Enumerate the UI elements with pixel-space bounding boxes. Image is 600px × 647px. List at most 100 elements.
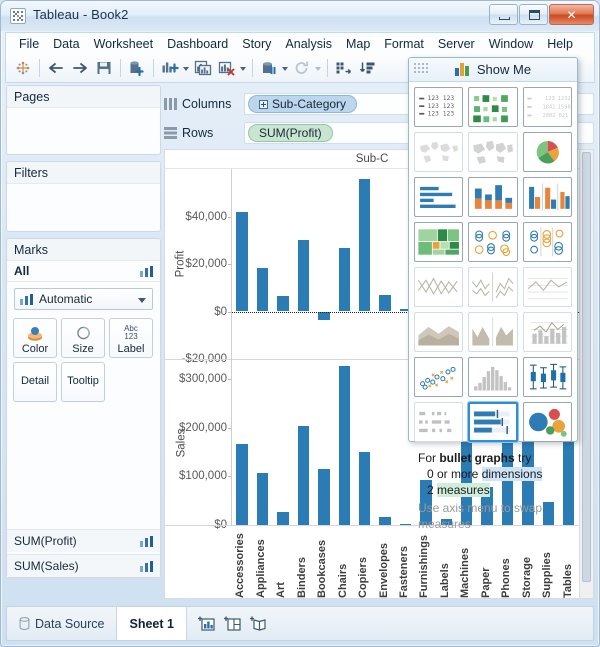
showme-filled-map[interactable]: [468, 132, 518, 172]
x-axis-label[interactable]: Supplies: [538, 526, 558, 598]
bar[interactable]: [277, 511, 289, 525]
new-worksheet-icon[interactable]: [158, 57, 182, 80]
bar[interactable]: [297, 426, 310, 525]
marks-card-profit[interactable]: SUM(Profit): [7, 529, 160, 552]
back-arrow-icon[interactable]: [44, 57, 68, 80]
forward-arrow-icon[interactable]: [68, 57, 92, 80]
new-data-source-icon[interactable]: [125, 57, 149, 80]
show-me-header[interactable]: Show Me: [409, 58, 577, 82]
clear-sheet-icon[interactable]: [215, 57, 239, 80]
save-icon[interactable]: [92, 57, 116, 80]
pause-auto-update-dropdown[interactable]: [281, 57, 290, 80]
menu-story[interactable]: Story: [235, 35, 278, 53]
bar[interactable]: [318, 469, 330, 525]
x-axis-label[interactable]: Bookcases: [313, 526, 333, 598]
bar[interactable]: [338, 365, 350, 525]
menu-window[interactable]: Window: [482, 35, 540, 53]
bar[interactable]: [256, 472, 269, 525]
menu-server[interactable]: Server: [431, 35, 482, 53]
showme-horizontal-bar[interactable]: [414, 177, 464, 217]
maximize-button[interactable]: [519, 4, 548, 25]
showme-side-by-side-circle[interactable]: [522, 222, 572, 262]
new-worksheet-icon[interactable]: [197, 616, 215, 631]
showme-circle-view[interactable]: [468, 222, 518, 262]
showme-scatter-plot[interactable]: [414, 357, 464, 397]
bar[interactable]: [256, 268, 269, 312]
close-button[interactable]: ✕: [549, 4, 594, 25]
showme-pie-chart[interactable]: [522, 132, 572, 172]
minimize-button[interactable]: [489, 4, 518, 25]
marks-tooltip-button[interactable]: Tooltip: [61, 362, 105, 402]
bar[interactable]: [236, 443, 248, 525]
showme-dual-combination[interactable]: [522, 312, 572, 352]
menu-format[interactable]: Format: [377, 35, 431, 53]
showme-line-discrete[interactable]: [414, 267, 464, 307]
showme-packed-bubbles[interactable]: [522, 402, 572, 442]
marks-size-button[interactable]: Size: [61, 318, 105, 358]
marks-label-button[interactable]: Abc 123 Label: [109, 318, 153, 358]
menu-file[interactable]: File: [12, 35, 46, 53]
bar[interactable]: [379, 294, 391, 312]
bar[interactable]: [358, 179, 371, 312]
showme-dual-line[interactable]: [522, 267, 572, 307]
bar[interactable]: [318, 311, 330, 320]
sort-ascending-icon[interactable]: [332, 57, 356, 80]
showme-gantt[interactable]: [414, 402, 464, 442]
x-axis-label[interactable]: Accessories: [231, 526, 251, 598]
marks-card-sales[interactable]: SUM(Sales): [7, 554, 160, 577]
menu-help[interactable]: Help: [540, 35, 580, 53]
sort-descending-icon[interactable]: [356, 57, 380, 80]
bar[interactable]: [379, 517, 391, 525]
tableau-home-icon[interactable]: [11, 57, 35, 80]
pill-sub-category[interactable]: Sub-Category: [248, 95, 358, 113]
x-axis-label[interactable]: Envelopes: [374, 526, 394, 598]
showme-treemap[interactable]: [414, 222, 464, 262]
menu-worksheet[interactable]: Worksheet: [87, 35, 161, 53]
showme-side-by-side-bar[interactable]: [522, 177, 572, 217]
showme-line-continuous[interactable]: [468, 267, 518, 307]
refresh-data-icon[interactable]: [290, 57, 314, 80]
showme-area-continuous[interactable]: [414, 312, 464, 352]
menu-data[interactable]: Data: [46, 35, 86, 53]
showme-text-table[interactable]: 123 123 123 123 123 123: [414, 87, 464, 127]
x-axis-label[interactable]: Copiers: [354, 526, 374, 598]
bar[interactable]: [236, 211, 248, 312]
showme-symbol-map[interactable]: [414, 132, 464, 172]
showme-bullet-graph[interactable]: [468, 402, 518, 442]
new-dashboard-icon[interactable]: [223, 616, 241, 631]
new-worksheet-dropdown[interactable]: [182, 57, 191, 80]
scrollbar-thumb[interactable]: [582, 152, 591, 583]
filters-card[interactable]: Filters: [6, 161, 161, 232]
data-source-tab[interactable]: Data Source: [7, 607, 118, 640]
clear-sheet-dropdown[interactable]: [239, 57, 248, 80]
x-axis-label[interactable]: Storage: [518, 526, 538, 598]
x-axis-labels[interactable]: Accessories Appliances Art Binders Bookcases…: [231, 526, 579, 598]
x-axis-label[interactable]: Machines: [456, 526, 476, 598]
x-axis-label[interactable]: Labels: [436, 526, 456, 598]
bar[interactable]: [358, 452, 371, 525]
menu-analysis[interactable]: Analysis: [278, 35, 339, 53]
x-axis-label[interactable]: Paper: [477, 526, 497, 598]
x-axis-label[interactable]: Fasteners: [395, 526, 415, 598]
pill-sum-profit[interactable]: SUM(Profit): [248, 124, 333, 142]
menu-dashboard[interactable]: Dashboard: [160, 35, 235, 53]
mark-type-dropdown[interactable]: Automatic: [14, 288, 153, 310]
profit-y-axis[interactable]: -$20,000 $0 $20,000 $40,000: [165, 169, 233, 365]
x-axis-label[interactable]: Binders: [292, 526, 312, 598]
marks-detail-button[interactable]: Detail: [13, 362, 57, 402]
x-axis-label[interactable]: Tables: [559, 526, 579, 598]
showme-heat-map[interactable]: [468, 87, 518, 127]
pause-auto-update-icon[interactable]: [257, 57, 281, 80]
showme-histogram[interactable]: [468, 357, 518, 397]
showme-box-and-whisker[interactable]: [522, 357, 572, 397]
marks-color-button[interactable]: Color: [13, 318, 57, 358]
showme-stacked-bar[interactable]: [468, 177, 518, 217]
x-axis-label[interactable]: Appliances: [251, 526, 271, 598]
refresh-data-dropdown[interactable]: [314, 57, 323, 80]
bar[interactable]: [338, 248, 350, 312]
showme-highlight-table[interactable]: 123 1232 1841 1598 2882 821: [522, 87, 572, 127]
sheet1-tab[interactable]: Sheet 1: [117, 607, 187, 640]
x-axis-label[interactable]: Furnishings: [415, 526, 435, 598]
bar[interactable]: [297, 239, 310, 312]
menu-map[interactable]: Map: [339, 35, 377, 53]
